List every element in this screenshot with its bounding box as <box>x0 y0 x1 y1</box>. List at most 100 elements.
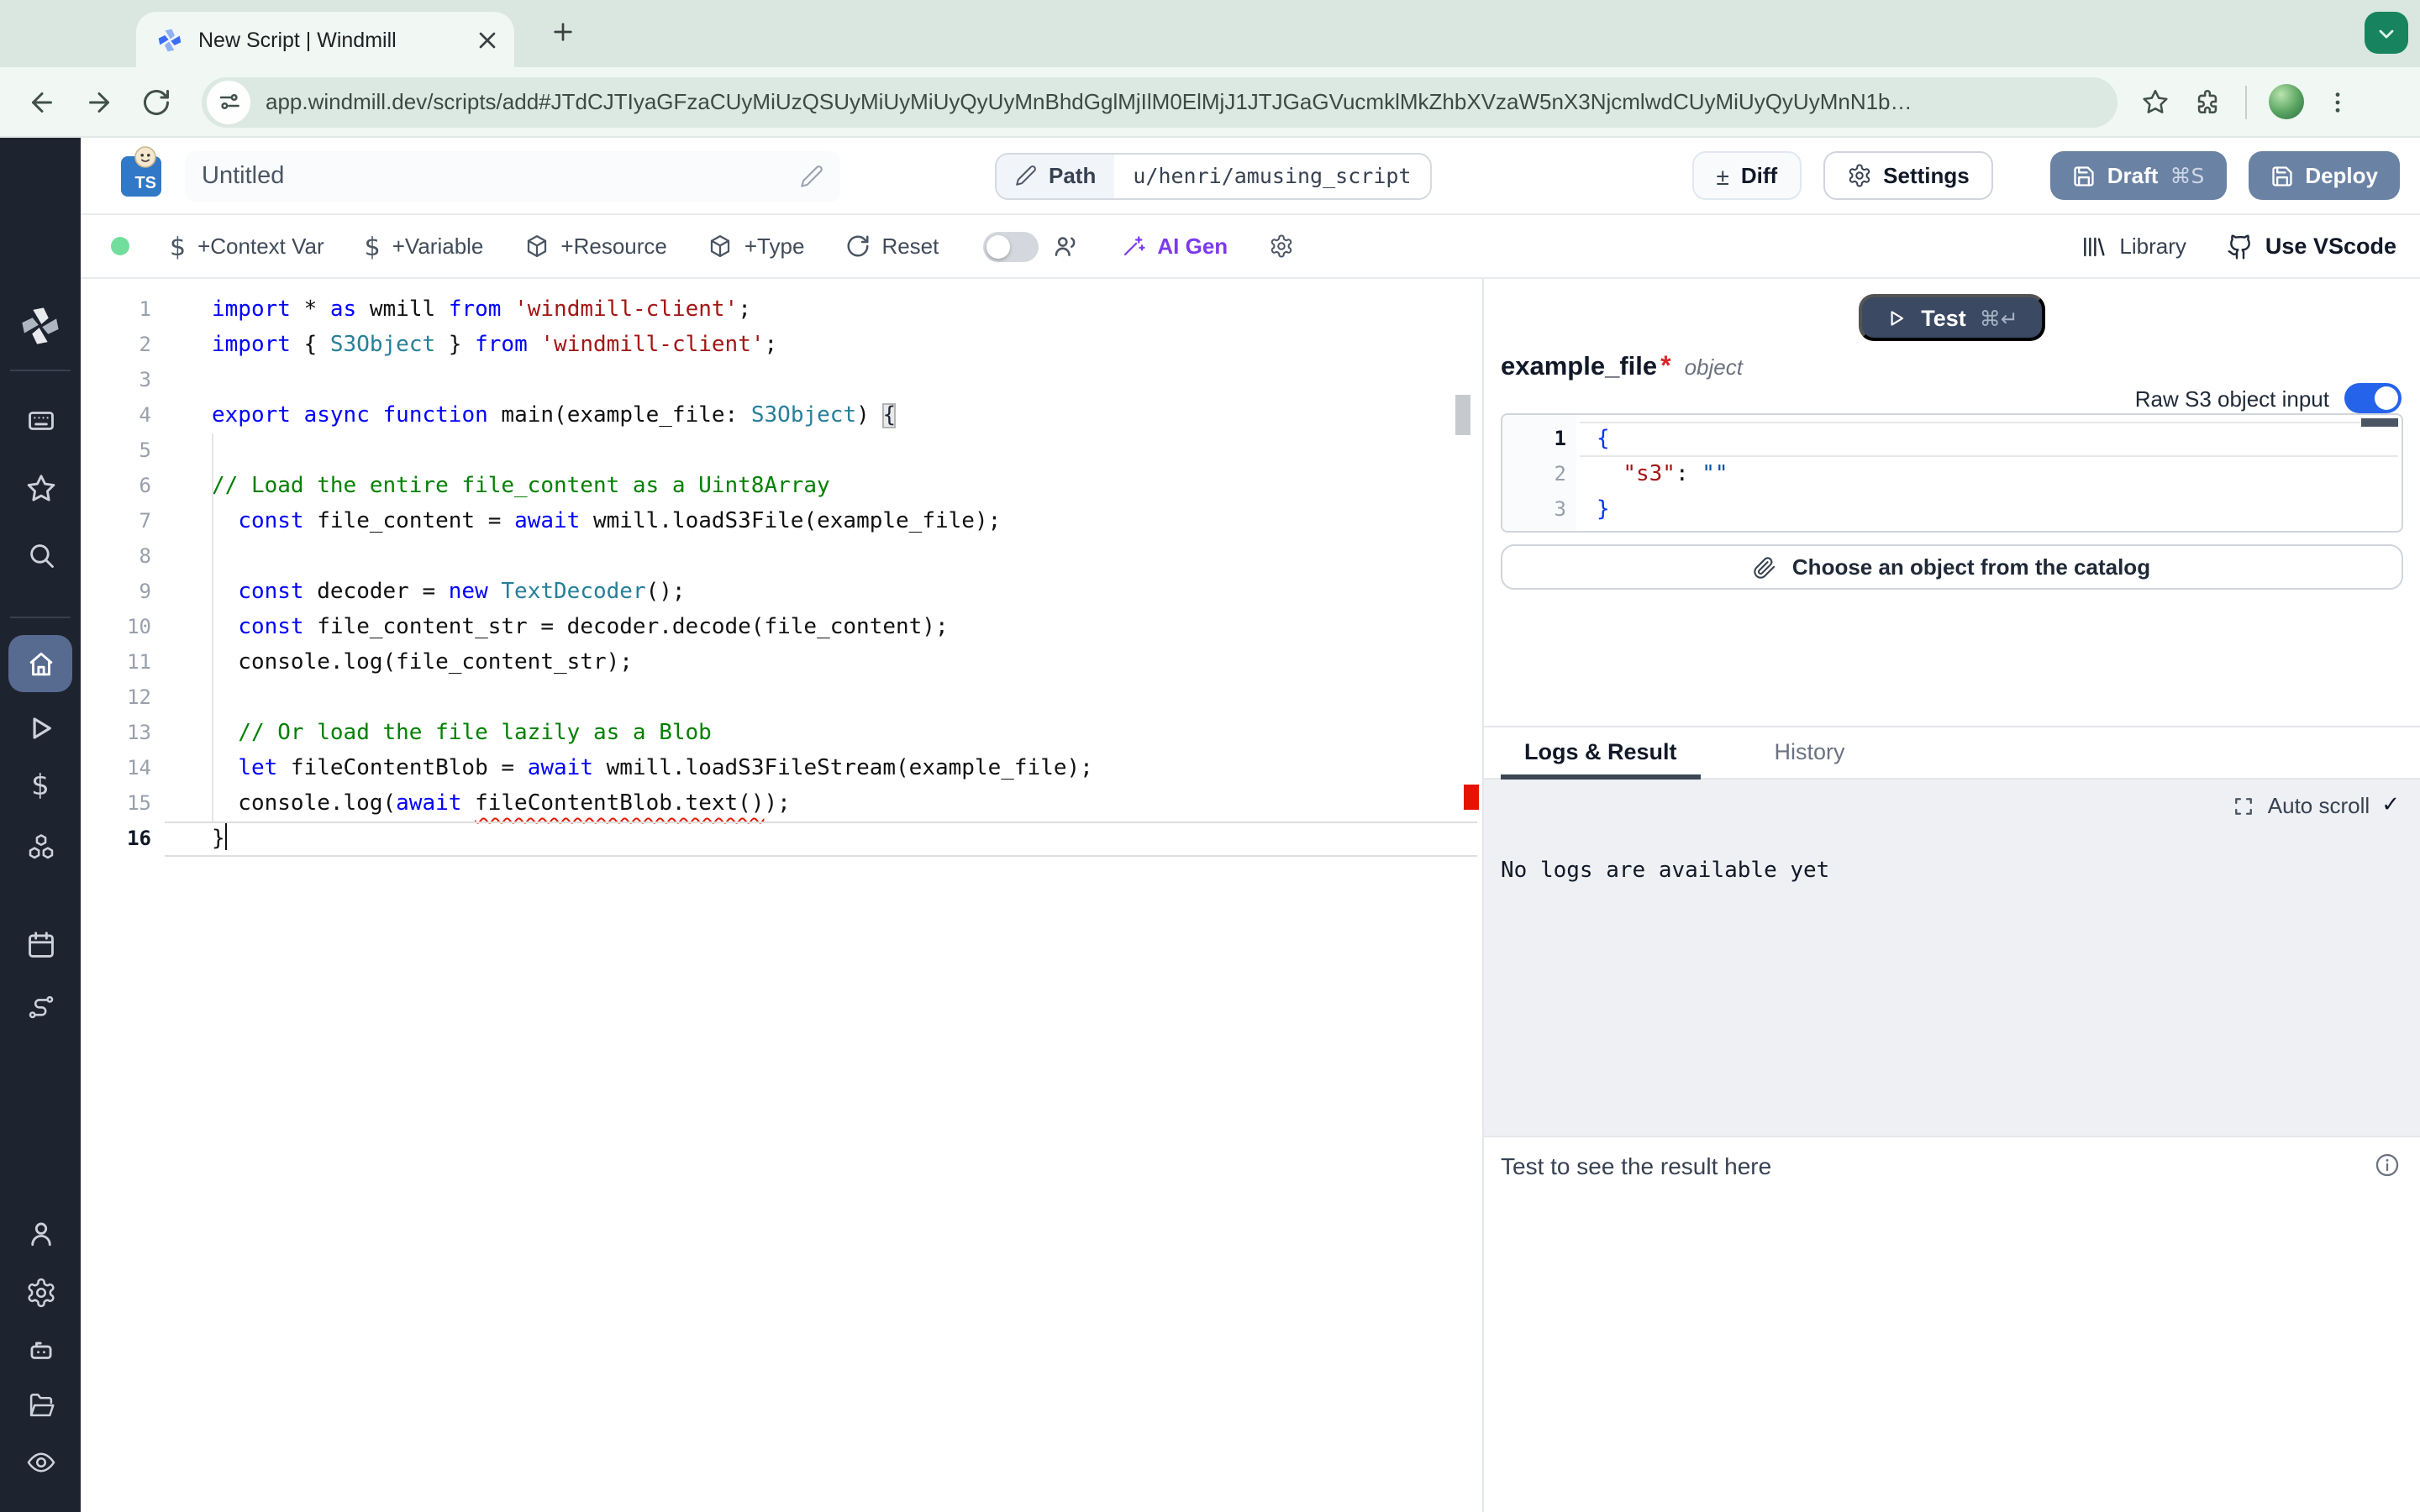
draft-button[interactable]: Draft ⌘S <box>2050 151 2227 200</box>
line-number: 16 <box>81 822 151 857</box>
collab-toggle[interactable] <box>982 231 1038 261</box>
gear-icon <box>24 1276 56 1308</box>
raw-s3-label: Raw S3 object input <box>2135 386 2329 411</box>
save-icon <box>2270 164 2293 187</box>
sidebar-item-robot[interactable] <box>8 1322 72 1376</box>
test-button[interactable]: Test ⌘↵ <box>1859 294 2045 341</box>
choose-object-button[interactable]: Choose an object from the catalog <box>1501 544 2403 590</box>
code-line: 2import { S3Object } from 'windmill-clie… <box>81 328 1482 363</box>
script-title-input[interactable]: Untitled <box>185 150 840 201</box>
vscode-icon <box>2227 233 2254 260</box>
sidebar-item-calendar[interactable] <box>8 917 72 971</box>
browser-tab[interactable]: New Script | Windmill <box>136 12 514 67</box>
magic-wand-icon <box>1120 234 1145 259</box>
package-icon <box>523 234 549 259</box>
deploy-button[interactable]: Deploy <box>2248 151 2400 200</box>
paperclip-icon <box>1754 555 1777 579</box>
line-number: 12 <box>81 680 151 716</box>
tab-search-button[interactable] <box>2365 12 2408 54</box>
star-icon <box>24 471 56 503</box>
switcher-icon <box>24 404 56 436</box>
ai-gen-button[interactable]: AI Gen <box>1120 234 1228 259</box>
profile-avatar[interactable] <box>2269 84 2304 119</box>
line-number: 13 <box>81 716 151 751</box>
library-button[interactable]: Library <box>2081 233 2186 260</box>
settings-button[interactable]: Settings <box>1823 151 1993 200</box>
diff-button[interactable]: ± Diff <box>1692 151 1801 200</box>
reload-icon[interactable] <box>141 87 171 117</box>
code-line: 10 const file_content_str = decoder.deco… <box>81 610 1482 645</box>
calendar-icon <box>24 928 56 960</box>
code-line: 2 "s3": "" <box>1502 457 2402 492</box>
browser-menu-icon[interactable] <box>2324 88 2351 115</box>
editor-settings-button[interactable] <box>1268 234 1293 259</box>
editor-scrollbar[interactable] <box>1455 395 1470 435</box>
script-title: Untitled <box>202 162 284 189</box>
add-context-var-button[interactable]: $ +Context Var <box>170 231 324 261</box>
play-icon <box>1886 307 1907 328</box>
route-icon <box>24 990 56 1022</box>
code-line: 11 console.log(file_content_str); <box>81 645 1482 680</box>
json-editor-scrollbar[interactable] <box>2361 418 2398 427</box>
new-tab-icon[interactable] <box>550 18 576 45</box>
line-number: 10 <box>81 610 151 645</box>
test-shortcut: ⌘↵ <box>1980 305 2018 330</box>
auto-scroll-control[interactable]: Auto scroll ✓ <box>1501 793 2400 818</box>
sidebar-item-dollar[interactable]: $ <box>8 759 72 813</box>
edit-path-icon <box>1015 165 1037 186</box>
extensions-icon[interactable] <box>2193 87 2222 116</box>
raw-s3-toggle[interactable] <box>2344 383 2402 413</box>
sidebar-item-boxes[interactable] <box>8 820 72 874</box>
tab-close-icon[interactable] <box>474 26 501 53</box>
edit-title-icon[interactable] <box>800 164 823 187</box>
sidebar-item-search[interactable] <box>8 528 72 581</box>
code-line: 15 console.log(await fileContentBlob.tex… <box>81 786 1482 822</box>
sidebar-item-route[interactable] <box>8 979 72 1033</box>
add-resource-button[interactable]: +Resource <box>523 234 666 259</box>
sidebar-item-play[interactable] <box>8 701 72 754</box>
line-number: 6 <box>81 469 151 504</box>
person-icon <box>24 1217 56 1249</box>
windmill-logo-icon[interactable] <box>18 304 62 348</box>
line-number: 2 <box>81 328 151 363</box>
path-label: Path <box>1049 163 1096 188</box>
args-json-editor[interactable]: 1{2 "s3": ""3} <box>1501 413 2403 533</box>
site-settings-button[interactable] <box>207 80 250 123</box>
home-icon <box>24 648 56 680</box>
back-icon[interactable] <box>27 87 57 117</box>
sidebar-item-switcher[interactable] <box>8 393 72 447</box>
sidebar-divider <box>10 617 71 618</box>
path-field[interactable]: Path u/henri/amusing_script <box>995 152 1432 199</box>
gear-icon <box>1846 163 1871 188</box>
expand-icon[interactable] <box>2233 794 2256 817</box>
tab-history[interactable]: History <box>1751 727 1869 778</box>
logs-panel: Auto scroll ✓ No logs are available yet <box>1484 780 2420 1136</box>
dollar-icon: $ <box>31 769 50 803</box>
add-type-button[interactable]: +Type <box>708 234 805 259</box>
boxes-icon <box>24 831 56 863</box>
use-vscode-button[interactable]: Use VScode <box>2227 233 2396 260</box>
reset-button[interactable]: Reset <box>844 234 939 259</box>
bookmark-star-icon[interactable] <box>2141 87 2170 116</box>
add-variable-button[interactable]: $ +Variable <box>365 231 484 261</box>
line-number: 7 <box>81 504 151 539</box>
sidebar-item-gear[interactable] <box>8 1265 72 1319</box>
code-line: 14 let fileContentBlob = await wmill.loa… <box>81 751 1482 786</box>
emoji-sticker-icon <box>134 145 156 167</box>
reset-icon <box>844 234 870 259</box>
sidebar-item-eye[interactable] <box>8 1435 72 1488</box>
sidebar-item-folder[interactable] <box>8 1378 72 1431</box>
editor-toolbar: $ +Context Var $ +Variable +Resource +Ty… <box>81 215 2420 279</box>
code-line: 16} <box>81 822 1482 857</box>
code-editor[interactable]: 1import * as wmill from 'windmill-client… <box>81 279 1482 1512</box>
info-icon[interactable] <box>2373 1151 2402 1179</box>
line-number: 11 <box>81 645 151 680</box>
forward-icon[interactable] <box>84 87 114 117</box>
sidebar-item-person[interactable] <box>8 1206 72 1260</box>
divider <box>2245 85 2247 118</box>
line-number: 3 <box>1502 492 1566 528</box>
sidebar-item-home[interactable] <box>8 635 72 692</box>
address-bar[interactable]: app.windmill.dev/scripts/add#JTdCJTIyaGF… <box>202 76 2118 127</box>
sidebar-item-star[interactable] <box>8 460 72 514</box>
tab-logs-result[interactable]: Logs & Result <box>1501 727 1701 778</box>
